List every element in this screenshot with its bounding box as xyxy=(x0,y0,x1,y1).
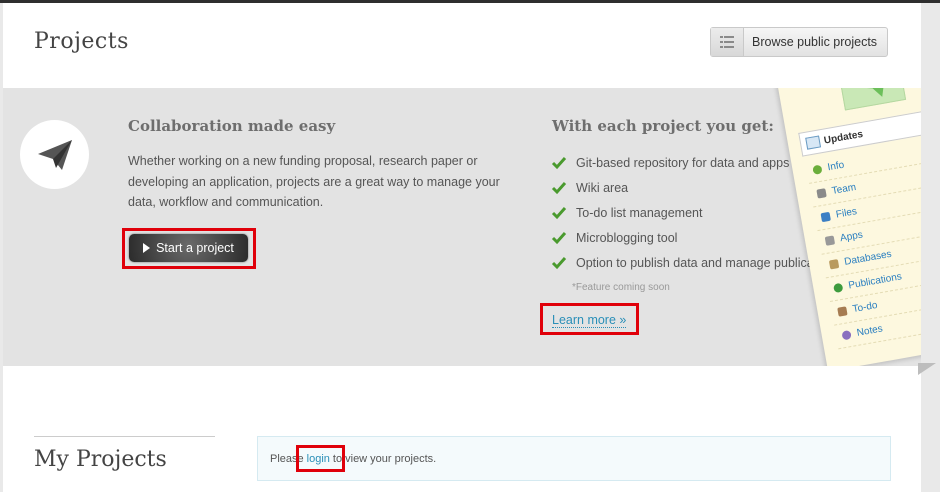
learn-more-link[interactable]: Learn more » xyxy=(552,313,627,328)
updates-icon xyxy=(805,135,822,150)
info-icon xyxy=(812,164,823,175)
checkmark-icon xyxy=(551,257,567,270)
list-icon xyxy=(711,28,744,56)
benefit-text: Wiki area xyxy=(576,180,629,195)
benefit-item: Option to publish data and manage public… xyxy=(551,251,845,276)
benefit-text: Git-based repository for data and apps xyxy=(576,155,790,170)
preview-nav-label: Info xyxy=(826,159,846,174)
browse-public-projects-button[interactable]: Browse public projects xyxy=(710,27,888,57)
play-icon xyxy=(143,243,151,253)
benefit-text: Microblogging tool xyxy=(576,231,678,246)
banner-fold-corner xyxy=(918,363,936,375)
preview-nav-label: Databases xyxy=(843,248,893,268)
collaboration-description: Whether working on a new funding proposa… xyxy=(128,154,500,209)
apps-icon xyxy=(824,235,836,246)
preview-nav-label: Team xyxy=(830,181,857,197)
page-title: Projects xyxy=(34,29,129,54)
benefits-heading: With each project you get: xyxy=(552,117,774,135)
start-project-button[interactable]: Start a project xyxy=(129,234,248,262)
login-notice: Please login to view your projects. xyxy=(257,436,891,481)
preview-nav-label: Apps xyxy=(839,229,864,245)
paper-plane-icon xyxy=(20,120,89,189)
files-icon xyxy=(820,211,831,223)
benefit-text: Option to publish data and manage public… xyxy=(576,256,845,271)
preview-nav-label: Files xyxy=(835,206,858,221)
section-divider xyxy=(34,436,215,437)
databases-icon xyxy=(828,259,840,270)
preview-thumbnail xyxy=(837,88,907,111)
notice-text-before: Please xyxy=(270,452,304,465)
benefit-text: To-do list management xyxy=(576,205,703,220)
team-icon xyxy=(816,188,827,199)
login-link[interactable]: login xyxy=(307,453,330,465)
start-project-label: Start a project xyxy=(156,241,234,255)
my-projects-heading: My Projects xyxy=(34,447,167,472)
preview-nav-label: Notes xyxy=(855,323,884,339)
checkmark-icon xyxy=(551,181,567,194)
preview-nav-label: To-do xyxy=(851,299,879,316)
content-panel: Projects Browse public projects Collabor… xyxy=(3,3,921,492)
benefit-item: Microblogging tool xyxy=(551,226,845,251)
updates-label: Updates xyxy=(823,128,864,147)
feature-footnote: *Feature coming soon xyxy=(572,282,670,293)
checkmark-icon xyxy=(551,156,567,169)
preview-nav: Info Team Files Apps Databases Publicati… xyxy=(805,135,921,350)
notice-text-after: to view your projects. xyxy=(332,452,437,465)
checkmark-icon xyxy=(551,232,567,245)
notes-icon xyxy=(841,329,852,341)
browse-button-label: Browse public projects xyxy=(752,35,878,49)
checkmark-icon xyxy=(551,206,567,220)
preview-nav-label: Publications xyxy=(847,271,903,292)
intro-banner: Collaboration made easy Whether working … xyxy=(3,88,921,366)
collaboration-heading: Collaboration made easy xyxy=(128,117,336,135)
todo-icon xyxy=(837,306,848,317)
publications-icon xyxy=(833,282,844,294)
